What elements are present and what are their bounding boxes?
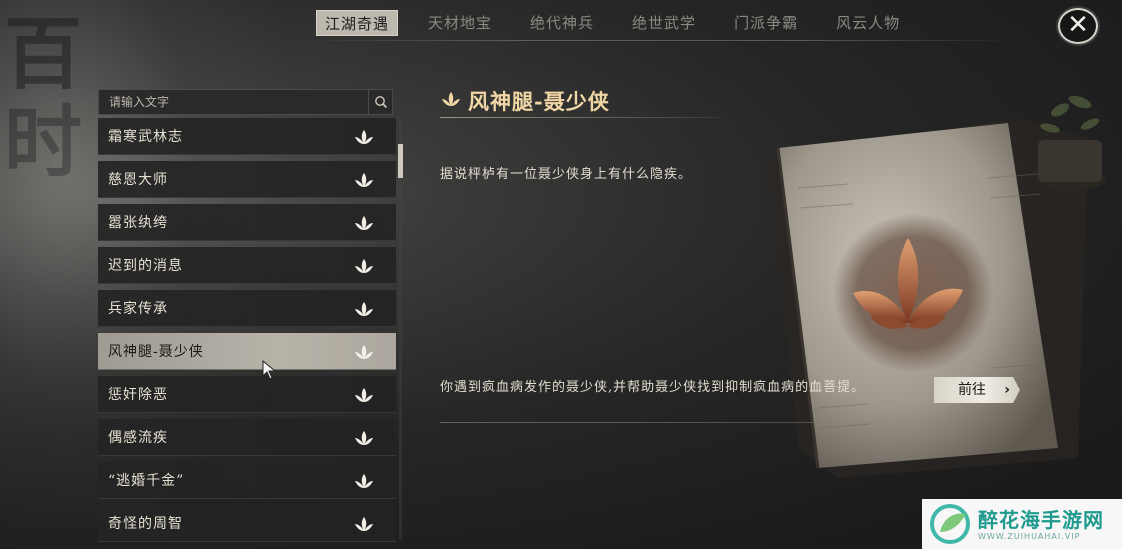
background-calligraphy: 百 时 xyxy=(4,12,94,186)
title-leaf-icon xyxy=(442,92,460,106)
list-item[interactable]: 慈恩大师 xyxy=(98,161,396,198)
list-item-label: 霜寒武林志 xyxy=(108,129,183,145)
quest-task: 你遇到疯血病发作的聂少侠,并帮助聂少侠找到抑制疯血病的血菩提。 xyxy=(440,380,866,395)
leaf-icon xyxy=(355,474,373,488)
goto-button[interactable]: 前往 › xyxy=(934,377,1020,403)
list-item-label: 惩奸除恶 xyxy=(108,387,168,403)
leaf-icon xyxy=(355,345,373,359)
list-item-label: 迟到的消息 xyxy=(108,258,183,274)
leaf-icon xyxy=(355,216,373,230)
quest-description: 据说枰栌有一位聂少侠身上有什么隐疾。 xyxy=(440,167,693,182)
goto-label: 前往 xyxy=(958,382,986,398)
list-item[interactable]: 偶感流疾 xyxy=(98,419,396,456)
close-button[interactable]: ✕ xyxy=(1058,8,1098,44)
search-box xyxy=(98,89,393,115)
task-divider xyxy=(440,422,1020,423)
watermark-logo xyxy=(930,504,970,544)
search-icon xyxy=(374,96,387,109)
list-item-label: “逃婚千金” xyxy=(108,473,185,489)
leaf-icon xyxy=(355,130,373,144)
list-item[interactable]: 嚣张纨绔 xyxy=(98,204,396,241)
list-scrollbar-thumb[interactable] xyxy=(398,144,403,178)
watermark-title: 醉花海手游网 xyxy=(978,507,1104,532)
calligraphy-glyph: 时 xyxy=(4,96,83,188)
list-item[interactable]: 奇怪的周智 xyxy=(98,505,396,542)
list-item-label: 风神腿-聂少侠 xyxy=(108,344,204,360)
watermark-subtitle: WWW.ZUIHUAHAI.VIP xyxy=(978,531,1081,541)
leaf-icon xyxy=(355,388,373,402)
list-item-label: 慈恩大师 xyxy=(108,172,168,188)
title-divider xyxy=(440,117,720,118)
close-icon: ✕ xyxy=(1067,10,1089,40)
quest-title: 风神腿-聂少侠 xyxy=(468,89,610,114)
list-item-label: 偶感流疾 xyxy=(108,430,168,446)
leaf-icon xyxy=(355,431,373,445)
list-item[interactable]: “逃婚千金” xyxy=(98,462,396,499)
tab-tiancai-dibao[interactable]: 天材地宝 xyxy=(420,10,500,36)
list-item[interactable]: 惩奸除恶 xyxy=(98,376,396,413)
chevron-right-icon: › xyxy=(1004,382,1010,398)
tab-fengyun-renwu[interactable]: 风云人物 xyxy=(828,10,908,36)
tab-jianghu-qiyu[interactable]: 江湖奇遇 xyxy=(316,10,399,36)
leaf-icon xyxy=(355,173,373,187)
list-scrollbar-track[interactable] xyxy=(399,120,402,540)
watermark: 醉花海手游网 WWW.ZUIHUAHAI.VIP xyxy=(922,499,1122,549)
header-divider xyxy=(300,40,1020,41)
list-item-label: 奇怪的周智 xyxy=(108,516,183,532)
leaf-icon xyxy=(355,517,373,531)
list-item-label: 兵家传承 xyxy=(108,301,168,317)
list-item[interactable]: 迟到的消息 xyxy=(98,247,396,284)
leaf-icon xyxy=(355,259,373,273)
top-tab-bar: 江湖奇遇 天材地宝 绝代神兵 绝世武学 门派争霸 风云人物 xyxy=(316,10,930,38)
calligraphy-glyph: 百 xyxy=(4,9,83,100)
tab-jueshi-wuxue[interactable]: 绝世武学 xyxy=(624,10,704,36)
quest-list: 霜寒武林志 慈恩大师 嚣张纨绔 迟到的消息 兵家传承 风神腿-聂少侠 惩奸除恶 … xyxy=(98,118,398,549)
leaf-icon xyxy=(355,302,373,316)
tab-juedai-shenbing[interactable]: 绝代神兵 xyxy=(522,10,602,36)
tab-menpai-zhengba[interactable]: 门派争霸 xyxy=(726,10,806,36)
list-item-label: 嚣张纨绔 xyxy=(108,215,168,231)
plant-decoration xyxy=(1034,95,1106,190)
list-item[interactable]: 霜寒武林志 xyxy=(98,118,396,155)
list-item[interactable]: 兵家传承 xyxy=(98,290,396,327)
mouse-cursor-icon xyxy=(262,360,277,380)
search-input[interactable] xyxy=(99,90,368,114)
search-button[interactable] xyxy=(368,90,392,114)
list-item-selected[interactable]: 风神腿-聂少侠 xyxy=(98,333,396,370)
